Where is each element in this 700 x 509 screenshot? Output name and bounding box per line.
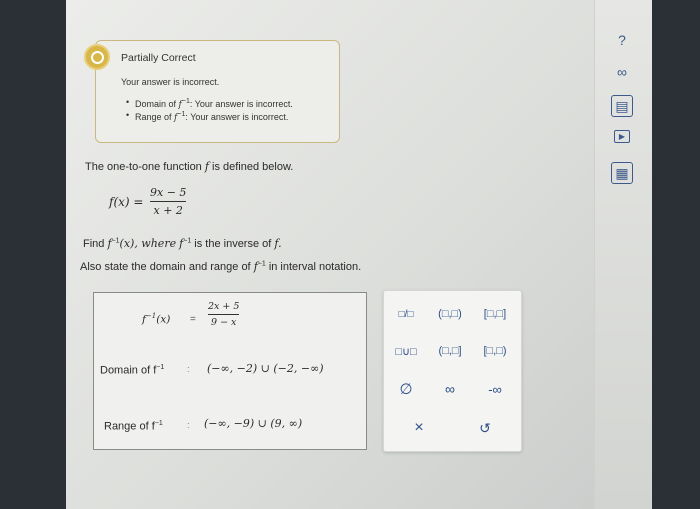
calculator-icon[interactable]: ▦ xyxy=(611,162,633,184)
undo-button[interactable]: ↺ xyxy=(468,418,502,438)
function-lhs: f(x) = xyxy=(109,195,144,209)
clear-button[interactable]: × xyxy=(402,418,436,438)
feedback-message: Your answer is incorrect. xyxy=(121,77,220,87)
range-input[interactable]: (−∞, −9) ∪ (9, ∞) xyxy=(204,417,302,430)
infinity-button[interactable]: ∞ xyxy=(433,379,467,399)
reader-icon[interactable]: ▤ xyxy=(611,95,633,117)
right-toolbar: ? ∞ ▤ ▶ ▦ xyxy=(594,0,652,509)
domain-range-instruction: Also state the domain and range of f−1 i… xyxy=(80,260,362,273)
union-button[interactable]: □∪□ xyxy=(389,341,423,361)
equals-sign: = xyxy=(190,314,196,325)
domain-colon: : xyxy=(187,364,190,374)
feedback-bullet-domain: Domain of f−1: Your answer is incorrect. xyxy=(126,97,293,110)
fraction-button[interactable]: □/□ xyxy=(389,304,423,324)
empty-set-button[interactable]: ∅ xyxy=(389,379,423,399)
closed-open-interval-button[interactable]: [□,□) xyxy=(478,341,512,361)
find-instruction: Find f−1(x), where f−1 is the inverse of… xyxy=(83,237,282,250)
function-fraction: 9x − 5 x + 2 xyxy=(150,186,187,217)
domain-label: Domain of f−1 xyxy=(100,364,165,377)
partially-correct-icon xyxy=(84,44,110,70)
help-icon[interactable]: ? xyxy=(611,29,633,51)
feedback-title: Partially Correct xyxy=(121,52,196,64)
range-label: Range of f−1 xyxy=(104,420,163,433)
problem-intro: The one-to-one function f is defined bel… xyxy=(85,160,294,173)
negative-infinity-button[interactable]: -∞ xyxy=(478,379,512,399)
range-colon: : xyxy=(187,420,190,430)
closed-interval-button[interactable]: [□,□] xyxy=(478,304,512,324)
open-interval-button[interactable]: (□,□) xyxy=(433,304,467,324)
video-icon[interactable]: ▶ xyxy=(614,130,630,143)
link-icon[interactable]: ∞ xyxy=(611,61,633,83)
inverse-lhs: f−1(x) xyxy=(142,312,171,326)
inverse-input[interactable]: 2x + 5 9 − x xyxy=(208,301,240,328)
open-closed-interval-button[interactable]: (□,□] xyxy=(433,341,467,361)
feedback-bullet-range: Range of f−1: Your answer is incorrect. xyxy=(126,110,288,123)
domain-input[interactable]: (−∞, −2) ∪ (−2, −∞) xyxy=(207,362,324,375)
